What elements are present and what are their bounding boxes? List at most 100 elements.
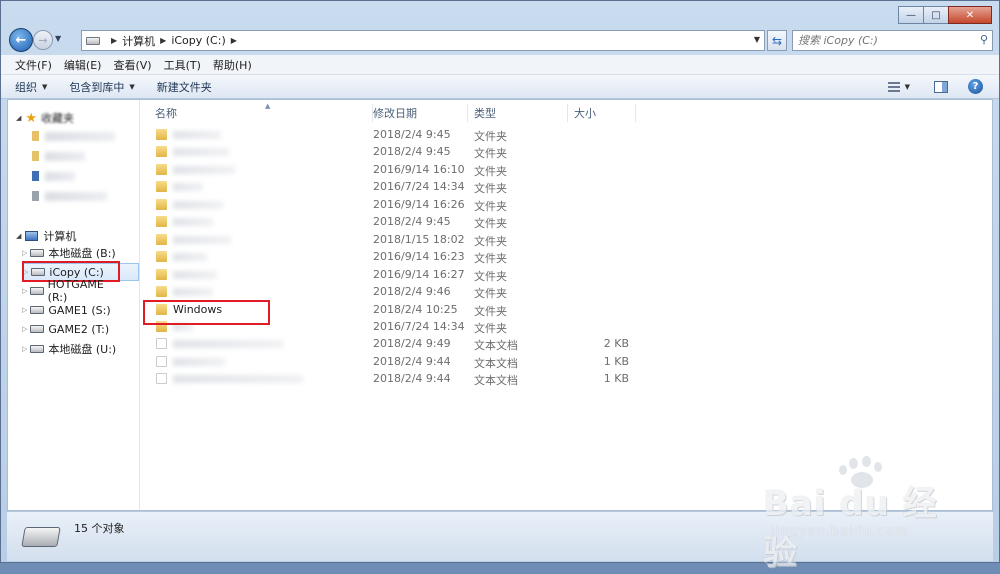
menu-file[interactable]: 文件(F)	[9, 57, 58, 73]
redacted-file-name	[173, 131, 221, 139]
close-button[interactable]: ✕	[948, 6, 992, 24]
file-row[interactable]: 2016/9/14 16:10 文件夹	[141, 161, 641, 178]
redacted-text	[45, 171, 75, 181]
file-row[interactable]: 2018/2/4 9:45 文件夹	[141, 143, 641, 160]
address-box[interactable]: ▶ 计算机 ▶ iCopy (C:) ▶ ▼	[81, 30, 765, 51]
content-area: ◢ ★ 收藏夹 ◢ 计算机 ▷ 本地磁盘 (B:) ▷ iCopy (C:) ▷ HO…	[7, 99, 993, 511]
menu-edit[interactable]: 编辑(E)	[58, 57, 108, 73]
address-bar-row: ← → ▼ ▶ 计算机 ▶ iCopy (C:) ▶ ▼ ⇆ ⚲	[1, 27, 999, 53]
file-row[interactable]: 2018/2/4 9:44 文本文档 1 KB	[141, 370, 641, 387]
favorite-item-redacted[interactable]	[32, 190, 107, 202]
favorites-label: 收藏夹	[41, 112, 75, 125]
sidebar-drive-u[interactable]: ▷ 本地磁盘 (U:)	[22, 340, 122, 358]
new-folder-button[interactable]: 新建文件夹	[157, 79, 212, 95]
preview-pane-icon[interactable]	[934, 80, 948, 93]
expand-triangle-icon[interactable]: ▷	[22, 287, 27, 295]
item-count: 15 个对象	[74, 522, 125, 535]
favorites-group[interactable]: ◢ ★ 收藏夹	[16, 110, 74, 126]
file-type: 文件夹	[474, 217, 507, 231]
redacted-text	[45, 151, 85, 161]
file-row[interactable]: 2016/9/14 16:23 文件夹	[141, 248, 641, 265]
highlight-box-windows	[143, 300, 270, 325]
expand-triangle-icon[interactable]: ◢	[16, 114, 21, 122]
minimize-button[interactable]: —	[898, 6, 924, 24]
folder-icon	[156, 181, 167, 193]
column-header-type[interactable]: 类型	[468, 104, 568, 122]
navigation-pane: ◢ ★ 收藏夹 ◢ 计算机 ▷ 本地磁盘 (B:) ▷ iCopy (C:) ▷ HO…	[8, 100, 140, 510]
favorite-item-redacted[interactable]	[32, 150, 85, 162]
chevron-right-icon[interactable]: ▶	[111, 36, 117, 45]
chevron-down-icon[interactable]: ▼	[905, 83, 910, 91]
view-controls: ▼ ?	[887, 79, 983, 94]
file-type: 文件夹	[474, 147, 507, 161]
redacted-file-name	[173, 235, 231, 244]
favorite-item-redacted[interactable]	[32, 170, 75, 182]
computer-icon	[25, 231, 39, 241]
computer-label: 计算机	[43, 230, 77, 243]
menu-help[interactable]: 帮助(H)	[207, 57, 258, 73]
text-document-icon	[156, 355, 167, 367]
file-modified-date: 2016/9/14 16:10	[373, 162, 465, 176]
chevron-right-icon[interactable]: ▶	[231, 36, 237, 45]
folder-icon	[156, 146, 167, 158]
expand-triangle-icon[interactable]: ▷	[22, 306, 27, 314]
search-input[interactable]	[793, 31, 963, 50]
file-row[interactable]: 2016/9/14 16:27 文件夹	[141, 266, 641, 283]
address-dropdown-icon[interactable]: ▼	[754, 35, 760, 44]
column-header-size[interactable]: 大小	[568, 104, 636, 122]
sidebar-drive-r[interactable]: ▷ HOTGAME (R:)	[22, 278, 122, 304]
file-row[interactable]: 2016/7/24 14:34 文件夹	[141, 178, 641, 195]
menu-view[interactable]: 查看(V)	[107, 57, 157, 73]
menu-tools[interactable]: 工具(T)	[158, 57, 207, 73]
file-type: 文件夹	[474, 130, 507, 143]
command-bar: 组织 ▼ 包含到库中 ▼ 新建文件夹 ▼ ?	[1, 75, 999, 99]
include-label: 包含到库中	[69, 80, 125, 94]
drive-icon	[30, 306, 45, 314]
back-button[interactable]: ←	[9, 28, 33, 52]
forward-button[interactable]: →	[33, 30, 53, 50]
chevron-right-icon[interactable]: ▶	[160, 36, 166, 45]
search-icon[interactable]: ⚲	[980, 33, 988, 46]
file-size: 1 KB	[603, 372, 629, 386]
folder-icon	[156, 163, 167, 175]
file-row[interactable]: 2018/2/4 9:49 文本文档 2 KB	[141, 335, 641, 352]
organize-button[interactable]: 组织 ▼	[15, 79, 47, 95]
file-row[interactable]: 2016/9/14 16:26 文件夹	[141, 196, 641, 213]
file-row[interactable]: 2018/2/4 9:45 文件夹	[141, 213, 641, 230]
maximize-button[interactable]: □	[923, 6, 949, 24]
file-row[interactable]: 2018/2/4 9:45 文件夹	[141, 126, 641, 143]
file-row[interactable]: 2018/2/4 9:44 文本文档 1 KB	[141, 353, 641, 370]
folder-icon	[156, 251, 167, 263]
help-icon[interactable]: ?	[968, 79, 983, 94]
file-row[interactable]: 2018/2/4 9:46 文件夹	[141, 283, 641, 300]
expand-triangle-icon[interactable]: ◢	[16, 232, 21, 240]
sidebar-drive-t[interactable]: ▷ GAME2 (T:)	[22, 320, 122, 338]
sidebar-drive-b[interactable]: ▷ 本地磁盘 (B:)	[22, 244, 122, 262]
breadcrumb-computer[interactable]: 计算机	[122, 33, 155, 49]
column-header-name[interactable]: 名称 ▲	[149, 102, 373, 122]
file-row[interactable]: 2018/1/15 18:02 文件夹	[141, 231, 641, 248]
desktop-icon	[32, 171, 39, 181]
refresh-button[interactable]: ⇆	[767, 30, 787, 51]
file-modified-date: 2016/7/24 14:34	[373, 319, 465, 333]
change-view-icon[interactable]	[887, 81, 900, 92]
expand-triangle-icon[interactable]: ▷	[22, 249, 27, 257]
file-modified-date: 2018/2/4 9:49	[373, 337, 451, 351]
expand-triangle-icon[interactable]: ▷	[22, 325, 27, 333]
chevron-down-icon: ▼	[42, 82, 48, 91]
search-box[interactable]: ⚲	[792, 30, 993, 51]
redacted-text	[45, 191, 107, 201]
recent-pages-dropdown-icon[interactable]: ▼	[55, 34, 61, 43]
favorite-item-redacted[interactable]	[32, 130, 115, 142]
sort-ascending-icon: ▲	[265, 102, 271, 110]
file-type: 文件夹	[474, 252, 507, 266]
column-header-modified[interactable]: 修改日期	[367, 104, 468, 122]
details-pane: 15 个对象	[7, 511, 993, 561]
include-in-library-button[interactable]: 包含到库中 ▼	[69, 79, 134, 95]
redacted-file-name	[173, 253, 207, 262]
expand-triangle-icon[interactable]: ▷	[22, 345, 27, 353]
computer-group[interactable]: ◢ 计算机	[16, 228, 76, 244]
file-type: 文件夹	[474, 182, 507, 196]
breadcrumb-icopy[interactable]: iCopy (C:)	[171, 34, 225, 47]
sidebar-drive-s[interactable]: ▷ GAME1 (S:)	[22, 301, 122, 319]
